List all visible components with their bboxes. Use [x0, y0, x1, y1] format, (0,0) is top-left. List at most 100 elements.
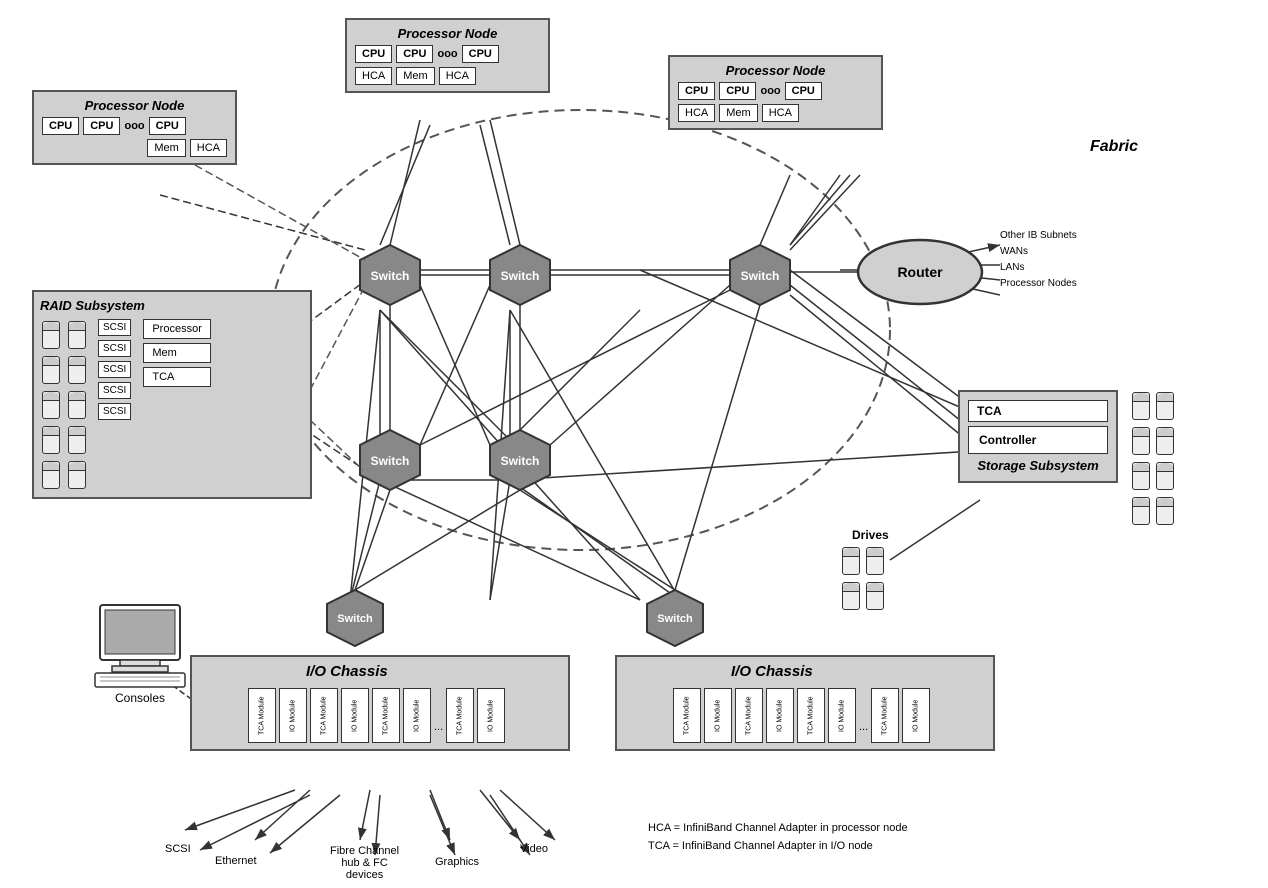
io-dots-1: ... [434, 721, 443, 743]
other-ib-line4: Processor Nodes [1000, 276, 1077, 292]
svg-text:Switch: Switch [371, 269, 410, 283]
stor-cyl-7 [1132, 497, 1150, 525]
cpu-box-3-1: CPU [678, 82, 715, 100]
stor-cyl-4 [1156, 427, 1174, 455]
hca-box-2: HCA [190, 139, 227, 157]
cpu-box-3-2: CPU [719, 82, 756, 100]
hca-legend: HCA = InfiniBand Channel Adapter in proc… [648, 820, 908, 838]
proc-node-1-title: Processor Node [355, 26, 540, 41]
disk-7 [68, 356, 86, 384]
io-mod-2-4: IO Module [766, 688, 794, 743]
cpu-box-2-1: CPU [42, 117, 79, 135]
io-chassis-1-title: I/O Chassis [306, 663, 388, 680]
consoles-label: Consoles [90, 691, 190, 705]
io-mod-2-8: IO Module [902, 688, 930, 743]
stor-cyl-6 [1156, 462, 1174, 490]
io-dots-2: ... [859, 721, 868, 743]
svg-text:Switch: Switch [501, 269, 540, 283]
disk-stack-1 [40, 319, 62, 491]
disk-stack-2 [66, 319, 88, 491]
io-mod-1-1: TCA Module [248, 688, 276, 743]
cpu-box-3-3: CPU [785, 82, 822, 100]
io-mod-2-3: TCA Module [735, 688, 763, 743]
disk-1 [42, 321, 60, 349]
other-ib-line2: WANs [1000, 244, 1077, 260]
drive-cyl-4 [866, 582, 884, 610]
scsi-1: SCSI [98, 319, 131, 336]
drive-cyl-1 [842, 547, 860, 575]
raid-title: RAID Subsystem [40, 298, 304, 313]
cpu-box-2-3: CPU [149, 117, 186, 135]
stor-cyl-2 [1156, 392, 1174, 420]
cpu-box-2-2: CPU [83, 117, 120, 135]
dots-3: ooo [760, 85, 780, 97]
other-ib-line3: LANs [1000, 260, 1077, 276]
svg-text:Router: Router [897, 264, 943, 280]
main-canvas: Switch Switch Switch Switch Switch Switc… [0, 0, 1268, 888]
io-mod-2-2: IO Module [704, 688, 732, 743]
io-mod-2-5: TCA Module [797, 688, 825, 743]
processor-box: Processor [143, 319, 211, 339]
scsi-4: SCSI [98, 382, 131, 399]
hca-box-3-2: HCA [762, 104, 799, 122]
console: Consoles [90, 600, 190, 705]
drives-label: Drives [852, 528, 889, 542]
svg-text:Switch: Switch [371, 454, 410, 468]
hca-box-3-1: HCA [678, 104, 715, 122]
storage-drives [1130, 390, 1176, 527]
cpu-box-1-1: CPU [355, 45, 392, 63]
proc-node-3-title: Processor Node [678, 63, 873, 78]
io-chassis-2: I/O Chassis TCA Module IO Module TCA Mod… [615, 655, 995, 751]
io-mod-1-3: TCA Module [310, 688, 338, 743]
drives-group [840, 545, 886, 612]
scsi-3: SCSI [98, 361, 131, 378]
svg-text:Switch: Switch [657, 613, 693, 625]
mem-hca-row-2: Mem HCA [42, 139, 227, 157]
graphics-label: Graphics [435, 856, 479, 868]
processor-node-3: Processor Node CPU CPU ooo CPU HCA Mem H… [668, 55, 883, 130]
disk-2 [42, 356, 60, 384]
mem-box-3: Mem [719, 104, 757, 122]
hca-box-1-1: HCA [355, 67, 392, 85]
io-mod-1-4: IO Module [341, 688, 369, 743]
controller-box: Controller [968, 426, 1108, 454]
scsi-col: SCSI SCSI SCSI SCSI SCSI [98, 319, 131, 491]
mem-box-1: Mem [396, 67, 434, 85]
cpu-row-3: CPU CPU ooo CPU [678, 82, 873, 100]
legend: HCA = InfiniBand Channel Adapter in proc… [648, 820, 908, 855]
stor-cyl-5 [1132, 462, 1150, 490]
other-ib-line1: Other IB Subnets [1000, 228, 1077, 244]
disk-10 [68, 461, 86, 489]
io-mod-2-7: TCA Module [871, 688, 899, 743]
io-modules-row-1: TCA Module IO Module TCA Module IO Modul… [248, 688, 562, 743]
io-mod-1-6: IO Module [403, 688, 431, 743]
io-modules-row-2: TCA Module IO Module TCA Module IO Modul… [673, 688, 987, 743]
svg-text:Switch: Switch [741, 269, 780, 283]
dots-1: ooo [437, 48, 457, 60]
cpu-row-1: CPU CPU ooo CPU [355, 45, 540, 63]
svg-text:Switch: Switch [501, 454, 540, 468]
scsi-2: SCSI [98, 340, 131, 357]
stor-cyl-8 [1156, 497, 1174, 525]
mem-hca-row-3: HCA Mem HCA [678, 104, 873, 122]
io-mod-2-6: IO Module [828, 688, 856, 743]
disk-3 [42, 391, 60, 419]
proc-node-2-title: Processor Node [42, 98, 227, 113]
drive-cyl-2 [866, 547, 884, 575]
cpu-row-2: CPU CPU ooo CPU [42, 117, 227, 135]
fibre-label: Fibre Channel hub & FC devices [330, 845, 399, 881]
stor-cyl-3 [1132, 427, 1150, 455]
mem-hca-row-1: HCA Mem HCA [355, 67, 540, 85]
other-ib-info: Other IB Subnets WANs LANs Processor Nod… [1000, 228, 1077, 292]
io-chassis-1: I/O Chassis TCA Module IO Module TCA Mod… [190, 655, 570, 751]
fabric-label: Fabric [1090, 138, 1138, 156]
raid-inner: SCSI SCSI SCSI SCSI SCSI Processor Mem T… [40, 319, 304, 491]
io-chassis-2-title: I/O Chassis [731, 663, 813, 680]
tca-storage: TCA [968, 400, 1108, 422]
io-mod-1-7: TCA Module [446, 688, 474, 743]
stor-cyl-1 [1132, 392, 1150, 420]
disk-4 [42, 426, 60, 454]
processor-node-2: Processor Node CPU CPU ooo CPU Mem HCA [32, 90, 237, 165]
tca-box-raid: TCA [143, 367, 211, 387]
svg-text:Switch: Switch [337, 613, 373, 625]
